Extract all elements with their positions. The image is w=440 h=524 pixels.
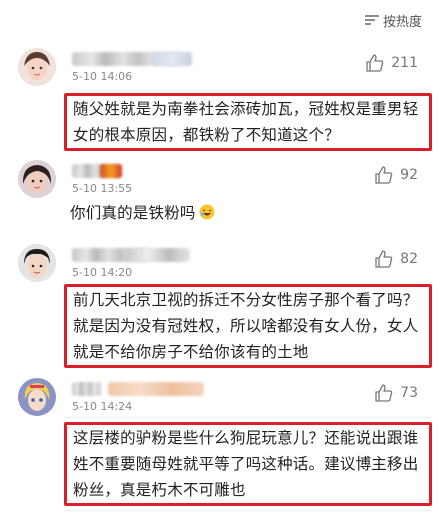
comment-time: 5-10 14:06: [72, 70, 133, 83]
badge-blurred: [108, 382, 204, 396]
like-count: 82: [400, 251, 418, 267]
laughing-emoji-icon: [199, 204, 215, 220]
thumbs-up-icon: [375, 384, 393, 402]
badge-blurred: [100, 164, 122, 178]
like-button[interactable]: 82: [374, 250, 418, 268]
sort-label: 按热度: [382, 14, 422, 30]
like-count: 211: [391, 55, 418, 71]
comment-text: 你们真的是铁粉吗: [70, 200, 426, 226]
sort-by-hot-button[interactable]: 按热度: [364, 8, 422, 32]
thumbs-up-icon: [366, 54, 384, 72]
thumbs-up-icon: [375, 166, 393, 184]
like-button[interactable]: 73: [374, 384, 418, 402]
avatar[interactable]: [18, 48, 56, 86]
like-button[interactable]: 211: [365, 54, 418, 72]
avatar[interactable]: [18, 378, 56, 416]
comment-text: 随父姓就是为南拳社会添砖加瓦，冠姓权是重男轻女的根本原因，都铁粉了不知道这个？: [64, 93, 432, 151]
like-count: 73: [400, 385, 418, 401]
comment-text: 这层楼的驴粉是些什么狗屁玩意儿？还能说出跟谁姓不重要随母姓就平等了吗这种话。建议…: [64, 422, 432, 506]
badge-blurred: [152, 52, 192, 66]
comment-time: 5-10 14:20: [72, 266, 133, 279]
comment-time: 5-10 13:55: [72, 182, 133, 195]
like-button[interactable]: 92: [374, 166, 418, 184]
badge-blurred: [126, 248, 190, 262]
comment-text-content: 你们真的是铁粉吗: [70, 204, 196, 222]
comment-text: 前几天北京卫视的拆迁不分女性房子那个看了吗？就是因为没有冠姓权，所以啥都没有女人…: [64, 284, 432, 368]
comment-time: 5-10 14:24: [72, 400, 133, 413]
avatar[interactable]: [18, 244, 56, 282]
avatar[interactable]: [18, 160, 56, 198]
username-blurred[interactable]: [72, 382, 102, 396]
sort-icon: [364, 15, 379, 25]
like-count: 92: [400, 167, 418, 183]
thumbs-up-icon: [375, 250, 393, 268]
